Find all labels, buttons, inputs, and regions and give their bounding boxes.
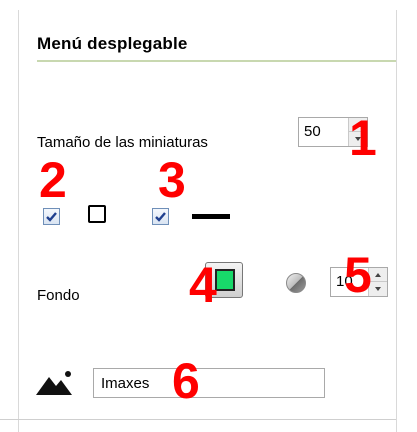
- annotation-3: 3: [158, 152, 186, 208]
- show-line-checkbox[interactable]: [152, 208, 169, 225]
- panel-right-border: [396, 10, 397, 432]
- opacity-icon: [286, 273, 306, 293]
- annotation-2: 2: [39, 152, 67, 208]
- annotation-1: 1: [349, 110, 377, 166]
- panel-bottom-border: [0, 419, 396, 420]
- section-title: Menú desplegable: [37, 34, 188, 53]
- thumbnail-size-label: Tamaño de las miniaturas: [37, 134, 208, 151]
- thumbnail-size-value: 50: [304, 123, 321, 140]
- panel-left-border: [18, 10, 19, 432]
- settings-panel: Menú desplegable Tamaño de las miniatura…: [0, 0, 417, 432]
- annotation-4: 4: [189, 257, 217, 313]
- triangle-up-icon: [375, 272, 381, 277]
- title-underline: [37, 60, 396, 62]
- annotation-6: 6: [172, 353, 200, 409]
- line-shape-icon: [192, 214, 230, 219]
- checkmark-icon: [155, 212, 166, 222]
- annotation-5: 5: [344, 247, 372, 303]
- mountain-image-icon: [36, 371, 72, 395]
- color-swatch: [215, 269, 235, 291]
- image-folder-input[interactable]: Imaxes: [93, 368, 325, 398]
- triangle-down-icon: [375, 287, 381, 291]
- image-folder-value: Imaxes: [101, 375, 150, 392]
- background-label: Fondo: [37, 287, 80, 304]
- checkmark-icon: [46, 212, 57, 222]
- show-square-checkbox[interactable]: [43, 208, 60, 225]
- square-shape-icon: [88, 205, 106, 223]
